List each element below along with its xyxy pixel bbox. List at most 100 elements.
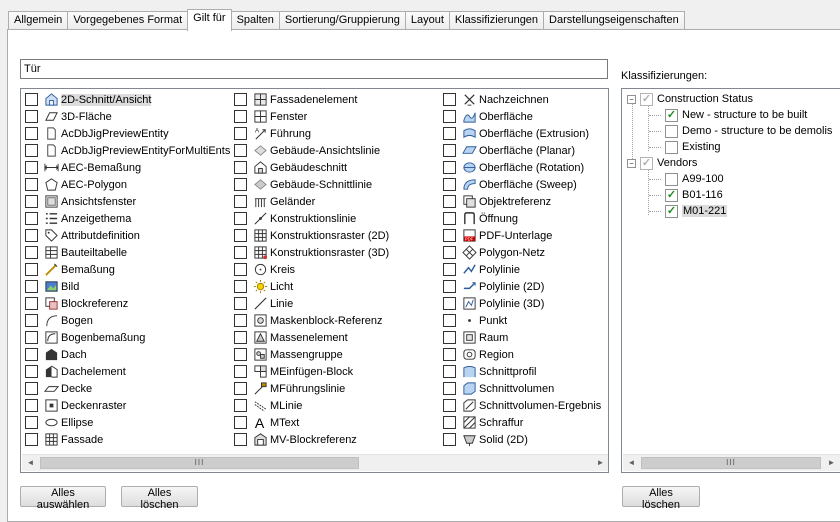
object-list-item[interactable]: Massengruppe <box>234 346 389 363</box>
checkmark-icon[interactable]: ✓ <box>665 108 678 122</box>
tab-0[interactable]: Allgemein <box>8 11 69 30</box>
tab-4[interactable]: Sortierung/Gruppierung <box>278 11 406 30</box>
tree-checkbox[interactable] <box>665 124 678 138</box>
object-checkbox[interactable] <box>443 399 456 412</box>
object-checkbox[interactable] <box>25 365 38 378</box>
object-list-item[interactable]: A MText <box>234 414 389 431</box>
object-list-item[interactable]: Ansichtsfenster <box>25 193 230 210</box>
object-list-item[interactable]: A Führung <box>234 125 389 142</box>
object-checkbox[interactable] <box>234 144 247 157</box>
tree-node[interactable]: − ✓ Vendors <box>627 155 697 171</box>
object-checkbox[interactable] <box>443 229 456 242</box>
object-checkbox[interactable] <box>443 263 456 276</box>
object-list-item[interactable]: MLinie <box>234 397 389 414</box>
object-list-item[interactable]: Bogen <box>25 312 230 329</box>
object-list-item[interactable]: 3D-Fläche <box>25 108 230 125</box>
checkmark-icon[interactable]: ✓ <box>640 92 653 106</box>
scroll-right-icon[interactable]: ► <box>592 455 608 471</box>
object-list-item[interactable]: MFührungslinie <box>234 380 389 397</box>
object-list-item[interactable]: Konstruktionslinie <box>234 210 389 227</box>
object-checkbox[interactable] <box>443 297 456 310</box>
collapse-icon[interactable]: − <box>627 94 636 104</box>
object-list-item[interactable]: Bild <box>25 278 230 295</box>
object-list-item[interactable]: Konstruktionsraster (3D) <box>234 244 389 261</box>
tree-checkbox[interactable] <box>665 172 678 186</box>
classifications-clear-all-button[interactable]: Alles löschen <box>622 486 700 511</box>
object-checkbox[interactable] <box>234 178 247 191</box>
collapse-icon[interactable]: − <box>627 158 636 168</box>
object-list-item[interactable]: Gebäudeschnitt <box>234 159 389 176</box>
object-checkbox[interactable] <box>234 314 247 327</box>
tree-node[interactable]: − ✓ Construction Status <box>627 91 753 107</box>
tab-5[interactable]: Layout <box>404 11 450 30</box>
object-list-item[interactable]: Polylinie <box>443 261 601 278</box>
object-checkbox[interactable] <box>234 280 247 293</box>
object-list-item[interactable]: Öffnung <box>443 210 601 227</box>
object-checkbox[interactable] <box>443 314 456 327</box>
object-checkbox[interactable] <box>443 246 456 259</box>
object-checkbox[interactable] <box>443 161 456 174</box>
object-checkbox[interactable] <box>234 263 247 276</box>
object-list-item[interactable]: Region <box>443 346 601 363</box>
object-checkbox[interactable] <box>25 433 38 446</box>
object-checkbox[interactable] <box>25 144 38 157</box>
object-list-item[interactable]: AEC-Bemaßung <box>25 159 230 176</box>
object-list-item[interactable]: Schraffur <box>443 414 601 431</box>
tree-scroll-right-icon[interactable]: ► <box>823 455 840 471</box>
object-checkbox[interactable] <box>25 161 38 174</box>
select-all-button[interactable]: Alles auswählen <box>20 486 106 511</box>
object-list-item[interactable]: Deckenraster <box>25 397 230 414</box>
object-list-item[interactable]: Gebäude-Ansichtslinie <box>234 142 389 159</box>
tree-node[interactable]: ✓ M01-221 <box>665 203 728 219</box>
tree-node[interactable]: ✓ New - structure to be built <box>665 107 807 123</box>
object-list-item[interactable]: Bauteiltabelle <box>25 244 230 261</box>
object-checkbox[interactable] <box>234 297 247 310</box>
object-checkbox[interactable] <box>25 314 38 327</box>
object-list-item[interactable]: Massenelement <box>234 329 389 346</box>
object-list-item[interactable]: Linie <box>234 295 389 312</box>
object-checkbox[interactable] <box>443 280 456 293</box>
object-checkbox[interactable] <box>25 416 38 429</box>
object-checkbox[interactable] <box>25 280 38 293</box>
object-checkbox[interactable] <box>25 93 38 106</box>
object-checkbox[interactable] <box>443 348 456 361</box>
object-filter-input[interactable] <box>20 59 608 79</box>
object-list-item[interactable]: Polylinie (2D) <box>443 278 601 295</box>
scroll-left-icon[interactable]: ◄ <box>22 455 39 471</box>
object-checkbox[interactable] <box>443 127 456 140</box>
object-list-item[interactable]: Anzeigethema <box>25 210 230 227</box>
object-checkbox[interactable] <box>443 144 456 157</box>
object-list-item[interactable]: Attributdefinition <box>25 227 230 244</box>
object-list-item[interactable]: AcDbJigPreviewEntity <box>25 125 230 142</box>
tab-1[interactable]: Vorgegebenes Format <box>67 11 189 30</box>
object-checkbox[interactable] <box>25 263 38 276</box>
object-list-item[interactable]: Polylinie (3D) <box>443 295 601 312</box>
object-list-item[interactable]: Ellipse <box>25 414 230 431</box>
object-checkbox[interactable] <box>25 399 38 412</box>
object-checkbox[interactable] <box>234 195 247 208</box>
object-checkbox[interactable] <box>443 382 456 395</box>
object-list-item[interactable]: MEinfügen-Block <box>234 363 389 380</box>
object-checkbox[interactable] <box>25 331 38 344</box>
object-checkbox[interactable] <box>25 229 38 242</box>
tree-node[interactable]: ✓ B01-116 <box>665 187 723 203</box>
object-list-item[interactable]: Schnittprofil <box>443 363 601 380</box>
object-checkbox[interactable] <box>25 212 38 225</box>
object-list-item[interactable]: Nachzeichnen <box>443 91 601 108</box>
tab-2[interactable]: Gilt für <box>187 9 232 31</box>
object-list-item[interactable]: Oberfläche (Extrusion) <box>443 125 601 142</box>
object-list-item[interactable]: Bogenbemaßung <box>25 329 230 346</box>
object-checkbox[interactable] <box>234 93 247 106</box>
object-checkbox[interactable] <box>25 382 38 395</box>
object-checkbox[interactable] <box>443 212 456 225</box>
horizontal-scrollbar[interactable]: ◄ III ► <box>22 454 608 471</box>
object-checkbox[interactable] <box>443 433 456 446</box>
object-list-item[interactable]: Schnittvolumen-Ergebnis <box>443 397 601 414</box>
object-list-item[interactable]: Oberfläche <box>443 108 601 125</box>
object-list-item[interactable]: Geländer <box>234 193 389 210</box>
tree-node[interactable]: A99-100 <box>665 171 724 187</box>
object-list-item[interactable]: Gebäude-Schnittlinie <box>234 176 389 193</box>
object-list-item[interactable]: Dach <box>25 346 230 363</box>
object-list-item[interactable]: Kreis <box>234 261 389 278</box>
object-checkbox[interactable] <box>443 178 456 191</box>
